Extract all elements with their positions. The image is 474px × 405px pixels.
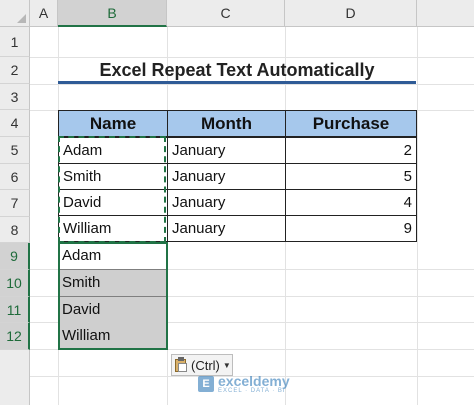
row-header-8[interactable]: 8	[0, 217, 30, 243]
row-header-7[interactable]: 7	[0, 190, 30, 217]
row-header-2[interactable]: 2	[0, 57, 30, 84]
select-all-button[interactable]	[0, 0, 30, 27]
table-cell-purchase[interactable]: 9	[285, 215, 417, 242]
row-header-5[interactable]: 5	[0, 137, 30, 164]
sheet-title: Excel Repeat Text Automatically	[58, 57, 416, 84]
watermark-tagline: EXCEL · DATA · BI	[218, 388, 286, 394]
row-header-11[interactable]: 11	[0, 297, 30, 323]
table-cell-month[interactable]: January	[167, 215, 286, 242]
exceldemy-logo-icon: E	[198, 376, 214, 392]
table-cell-purchase[interactable]: 4	[285, 189, 417, 216]
chevron-down-icon: ▼	[222, 360, 231, 370]
row-header-9[interactable]: 9	[0, 243, 30, 270]
column-header-b[interactable]: B	[58, 0, 167, 27]
table-cell-name[interactable]: William	[58, 215, 168, 242]
column-header-a[interactable]: A	[30, 0, 58, 27]
pasted-cell[interactable]: Adam	[58, 243, 166, 270]
table-cell-purchase[interactable]: 5	[285, 163, 417, 190]
row-header-13[interactable]	[0, 350, 30, 405]
clipboard-icon	[174, 357, 188, 373]
table-cell-purchase[interactable]: 2	[285, 137, 417, 164]
row-header-6[interactable]: 6	[0, 164, 30, 190]
table-header-month[interactable]: Month	[167, 110, 286, 137]
table-header-purchase[interactable]: Purchase	[285, 110, 417, 137]
pasted-cell[interactable]: William	[58, 323, 166, 350]
row-header-1[interactable]: 1	[0, 27, 30, 57]
table-cell-name[interactable]: David	[58, 189, 168, 216]
watermark-logo: E exceldemy EXCEL · DATA · BI	[198, 374, 290, 394]
pasted-cell[interactable]: Smith	[58, 270, 166, 297]
row-header-12[interactable]: 12	[0, 323, 30, 350]
column-header-d[interactable]: D	[285, 0, 417, 27]
row-header-4[interactable]: 4	[0, 110, 30, 137]
watermark-name: exceldemy	[218, 373, 290, 389]
row-header-3[interactable]: 3	[0, 84, 30, 110]
table-cell-name[interactable]: Smith	[58, 163, 168, 190]
row-header-10[interactable]: 10	[0, 270, 30, 297]
table-cell-month[interactable]: January	[167, 163, 286, 190]
gridline	[30, 84, 474, 85]
pasted-cell[interactable]: David	[58, 297, 166, 324]
table-cell-name[interactable]: Adam	[58, 137, 168, 164]
table-header-name[interactable]: Name	[58, 110, 168, 137]
paste-options-label: (Ctrl)	[191, 357, 220, 373]
table-cell-month[interactable]: January	[167, 137, 286, 164]
table-cell-month[interactable]: January	[167, 189, 286, 216]
column-header-c[interactable]: C	[167, 0, 285, 27]
select-all-triangle-icon	[17, 14, 26, 23]
column-header-e[interactable]	[417, 0, 474, 27]
